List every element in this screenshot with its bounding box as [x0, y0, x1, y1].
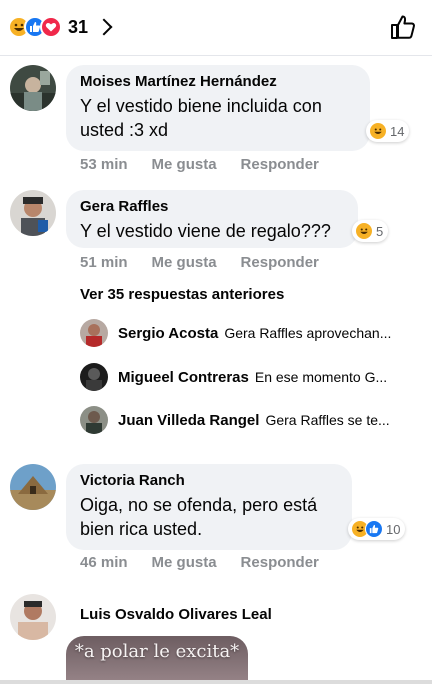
comment-author[interactable]: Moises Martínez Hernández: [80, 73, 356, 90]
reply-text: En ese momento G...: [254, 369, 388, 385]
avatar[interactable]: [10, 65, 56, 111]
avatar[interactable]: [80, 406, 108, 434]
reply-author[interactable]: Migueel Contreras: [118, 369, 249, 386]
chevron-right-icon: [95, 18, 113, 36]
comment-author[interactable]: Luis Osvaldo Olivares Leal: [80, 606, 272, 623]
reply-text: Gera Raffles se te...: [265, 412, 390, 428]
comment-author[interactable]: Gera Raffles: [80, 198, 344, 215]
comment-bubble: Gera Raffles Y el vestido viene de regal…: [66, 190, 358, 248]
reply-preview[interactable]: Migueel Contreras En ese momento G...: [80, 362, 420, 392]
photo-caption-text: *a polar le excita*: [74, 641, 240, 662]
comment-reactions[interactable]: 10: [348, 518, 406, 540]
reply-button[interactable]: Responder: [241, 554, 319, 571]
reactions-header: 31: [0, 0, 432, 56]
like-comment-button[interactable]: Me gusta: [152, 254, 217, 271]
comment-text: Oiga, no se ofenda, pero está bien rica …: [80, 495, 318, 539]
comment-time[interactable]: 51 min: [80, 254, 128, 271]
reply-preview[interactable]: Juan Villeda Rangel Gera Raffles se te..…: [80, 405, 420, 435]
haha-emoji-icon: [369, 122, 387, 140]
reaction-count: 14: [390, 123, 405, 139]
comment-bubble: Moises Martínez Hernández Y el vestido b…: [66, 65, 370, 151]
reaction-count: 5: [376, 223, 384, 239]
like-emoji-icon: [365, 520, 383, 538]
avatar[interactable]: [80, 319, 108, 347]
comment-actions: 46 min Me gusta Responder: [80, 554, 319, 571]
comment-text: Y el vestido viene de regalo???: [80, 221, 331, 241]
avatar[interactable]: [10, 594, 56, 640]
love-emoji-icon: [40, 16, 62, 38]
comment-actions: 51 min Me gusta Responder: [80, 254, 319, 271]
reply-author[interactable]: Juan Villeda Rangel: [118, 412, 259, 429]
like-comment-button[interactable]: Me gusta: [152, 156, 217, 173]
comment-photo[interactable]: *a polar le excita*: [66, 636, 248, 684]
reply-author[interactable]: Sergio Acosta: [118, 325, 218, 342]
comment-reactions[interactable]: 14: [366, 120, 410, 142]
comment-author[interactable]: Victoria Ranch: [80, 472, 338, 489]
like-comment-button[interactable]: Me gusta: [152, 554, 217, 571]
reply-text: Gera Raffles aprovechan...: [224, 325, 392, 341]
comment-actions: 53 min Me gusta Responder: [80, 156, 319, 173]
like-post-button[interactable]: [390, 14, 416, 45]
comment-reactions[interactable]: 5: [352, 220, 389, 242]
reply-button[interactable]: Responder: [241, 254, 319, 271]
screen-edge: [0, 680, 432, 684]
reaction-count: 10: [386, 521, 401, 537]
comment-time[interactable]: 46 min: [80, 554, 128, 571]
reply-button[interactable]: Responder: [241, 156, 319, 173]
thumbs-up-icon: [391, 15, 415, 39]
reaction-count: 31: [68, 16, 89, 37]
comment-bubble: Victoria Ranch Oiga, no se ofenda, pero …: [66, 464, 352, 550]
haha-emoji-icon: [355, 222, 373, 240]
reactions-summary[interactable]: 31: [8, 16, 113, 38]
comment-time[interactable]: 53 min: [80, 156, 128, 173]
avatar[interactable]: [80, 363, 108, 391]
reply-preview[interactable]: Sergio Acosta Gera Raffles aprovechan...: [80, 318, 420, 348]
comment-text: Y el vestido biene incluida con usted :3…: [80, 96, 322, 140]
avatar[interactable]: [10, 190, 56, 236]
avatar[interactable]: [10, 464, 56, 510]
view-previous-replies-link[interactable]: Ver 35 respuestas anteriores: [80, 286, 284, 303]
